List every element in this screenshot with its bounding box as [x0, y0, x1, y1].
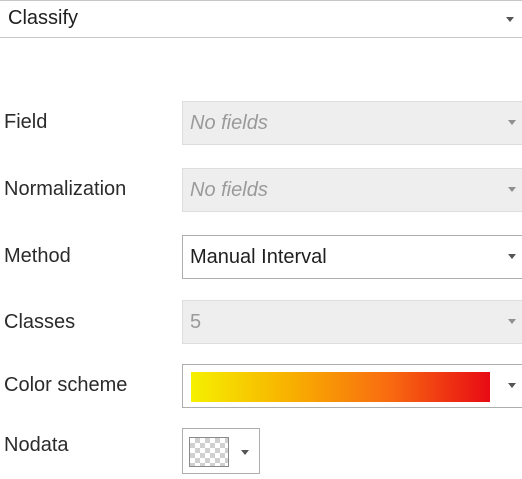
color-scheme-gradient — [191, 372, 490, 402]
classes-dropdown-value: 5 — [190, 311, 202, 333]
chevron-down-icon — [508, 254, 516, 259]
color-scheme-dropdown[interactable] — [182, 364, 522, 408]
nodata-label: Nodata — [4, 434, 69, 456]
primary-symbology-dropdown[interactable]: Classify — [0, 0, 522, 38]
method-dropdown[interactable]: Manual Interval — [182, 235, 522, 279]
chevron-down-icon — [508, 187, 516, 192]
normalization-dropdown[interactable]: No fields — [182, 168, 522, 212]
color-scheme-label: Color scheme — [4, 374, 128, 396]
chevron-down-icon — [506, 17, 514, 22]
classes-label: Classes — [4, 311, 76, 333]
chevron-down-icon — [508, 383, 516, 388]
chevron-down-icon — [241, 450, 249, 455]
method-label: Method — [4, 245, 71, 267]
normalization-label: Normalization — [4, 178, 127, 200]
chevron-down-icon — [508, 319, 516, 324]
nodata-color-picker[interactable] — [182, 428, 260, 474]
field-dropdown-value: No fields — [190, 112, 268, 134]
field-dropdown[interactable]: No fields — [182, 101, 522, 145]
classes-dropdown[interactable]: 5 — [182, 300, 522, 344]
transparent-swatch-icon — [189, 437, 229, 467]
field-label: Field — [4, 111, 48, 133]
chevron-down-icon — [508, 120, 516, 125]
normalization-dropdown-value: No fields — [190, 179, 268, 201]
primary-symbology-value: Classify — [8, 7, 79, 29]
method-dropdown-value: Manual Interval — [190, 246, 327, 268]
symbology-pane: Classify Field No fields Normalization N… — [0, 0, 522, 479]
